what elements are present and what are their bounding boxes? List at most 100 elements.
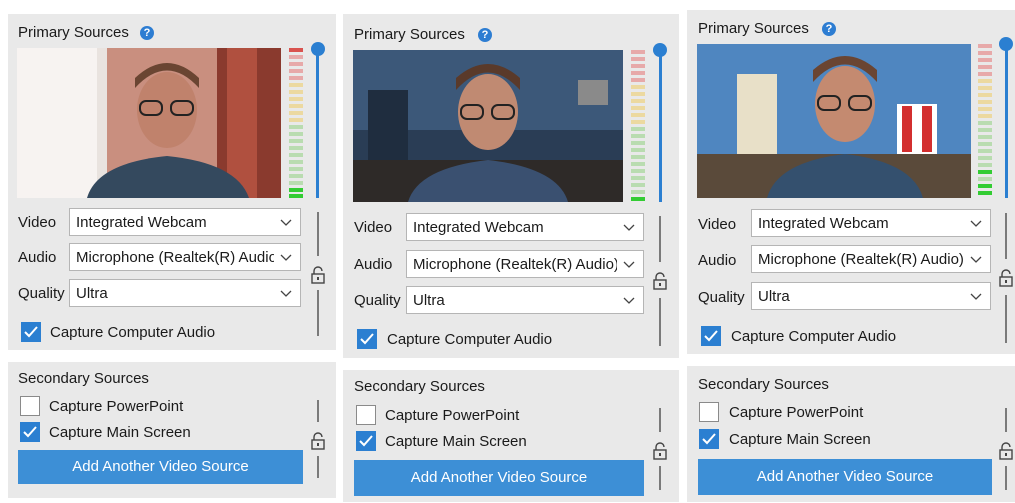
add-video-source-button[interactable]: Add Another Video Source	[698, 459, 992, 495]
quality-select-value: Ultra	[758, 288, 790, 305]
volume-slider-thumb[interactable]	[653, 43, 667, 57]
capture-computer-audio-checkbox[interactable]	[21, 322, 41, 342]
capture-main-screen-label: Capture Main Screen	[385, 433, 527, 450]
volume-slider-track[interactable]	[316, 50, 319, 198]
primary-sources-title: Primary Sources	[18, 24, 129, 41]
help-icon[interactable]: ?	[822, 22, 836, 36]
secondary-sources-panel-1: Secondary Sources Capture PowerPoint Cap…	[8, 362, 336, 498]
capture-powerpoint-checkbox[interactable]	[356, 405, 376, 425]
quality-select[interactable]: Ultra	[406, 286, 644, 314]
capture-powerpoint-checkbox[interactable]	[20, 396, 40, 416]
check-icon	[23, 426, 37, 438]
volume-slider-track[interactable]	[659, 52, 662, 202]
video-select-value: Integrated Webcam	[413, 219, 544, 236]
audio-select[interactable]: Microphone (Realtek(R) Audio)	[69, 243, 301, 271]
webcam-preview	[17, 48, 281, 198]
capture-powerpoint-label: Capture PowerPoint	[49, 398, 184, 415]
check-icon	[360, 333, 374, 345]
capture-computer-audio-checkbox[interactable]	[701, 326, 721, 346]
audio-select[interactable]: Microphone (Realtek(R) Audio)	[406, 250, 644, 278]
video-select-value: Integrated Webcam	[76, 214, 207, 231]
lock-divider-top	[659, 408, 661, 432]
lock-divider-top	[317, 400, 319, 422]
lock-icon[interactable]	[998, 442, 1014, 460]
chevron-down-icon	[280, 254, 292, 261]
secondary-sources-title: Secondary Sources	[354, 378, 485, 395]
lock-divider-bottom	[1005, 466, 1007, 490]
video-label: Video	[354, 219, 393, 236]
chevron-down-icon	[623, 297, 635, 304]
lock-divider-bottom	[317, 290, 319, 336]
check-icon	[702, 433, 716, 445]
webcam-preview	[697, 44, 971, 198]
chevron-down-icon	[970, 256, 982, 263]
lock-icon[interactable]	[652, 442, 668, 460]
audio-select[interactable]: Microphone (Realtek(R) Audio)	[751, 245, 991, 273]
video-select[interactable]: Integrated Webcam	[406, 213, 644, 241]
secondary-sources-panel-3: Secondary Sources Capture PowerPoint Cap…	[687, 366, 1015, 502]
lock-divider-top	[1005, 408, 1007, 432]
chevron-down-icon	[280, 219, 292, 226]
primary-sources-panel-2: Primary Sources ? Video Integrated Webca…	[343, 14, 679, 358]
audio-label: Audio	[354, 256, 393, 273]
check-icon	[704, 330, 718, 342]
quality-select-value: Ultra	[413, 292, 445, 309]
lock-icon[interactable]	[652, 272, 668, 290]
audio-select-value: Microphone (Realtek(R) Audio)	[758, 251, 964, 268]
audio-select-value: Microphone (Realtek(R) Audio)	[76, 249, 274, 266]
secondary-sources-title: Secondary Sources	[18, 370, 149, 387]
chevron-down-icon	[623, 224, 635, 231]
capture-computer-audio-label: Capture Computer Audio	[50, 324, 216, 341]
capture-main-screen-checkbox[interactable]	[356, 431, 376, 451]
video-select[interactable]: Integrated Webcam	[69, 208, 301, 236]
lock-divider-bottom	[1005, 295, 1007, 343]
help-icon[interactable]: ?	[140, 26, 154, 40]
quality-label: Quality	[698, 289, 745, 306]
video-select[interactable]: Integrated Webcam	[751, 209, 991, 237]
lock-divider-bottom	[317, 456, 319, 478]
primary-sources-panel-1: Primary Sources ? Video Integrated Webca…	[8, 14, 336, 350]
capture-main-screen-label: Capture Main Screen	[729, 431, 871, 448]
chevron-down-icon	[970, 220, 982, 227]
audio-label: Audio	[18, 249, 57, 266]
capture-powerpoint-checkbox[interactable]	[699, 402, 719, 422]
capture-powerpoint-label: Capture PowerPoint	[385, 407, 520, 424]
add-video-source-button[interactable]: Add Another Video Source	[18, 450, 303, 484]
video-label: Video	[18, 214, 57, 231]
quality-select[interactable]: Ultra	[751, 282, 991, 310]
lock-divider-bottom	[659, 298, 661, 346]
help-icon[interactable]: ?	[478, 28, 492, 42]
volume-slider-track[interactable]	[1005, 46, 1008, 198]
capture-powerpoint-label: Capture PowerPoint	[729, 404, 864, 421]
lock-icon[interactable]	[310, 432, 326, 450]
capture-computer-audio-label: Capture Computer Audio	[387, 331, 553, 348]
quality-select[interactable]: Ultra	[69, 279, 301, 307]
primary-sources-title: Primary Sources	[698, 20, 809, 37]
chevron-down-icon	[280, 290, 292, 297]
lock-icon[interactable]	[310, 266, 326, 284]
add-video-source-button[interactable]: Add Another Video Source	[354, 460, 644, 496]
capture-computer-audio-checkbox[interactable]	[357, 329, 377, 349]
audio-level-meter	[631, 50, 645, 201]
lock-icon[interactable]	[998, 269, 1014, 287]
capture-main-screen-checkbox[interactable]	[699, 429, 719, 449]
quality-label: Quality	[18, 285, 65, 302]
primary-sources-panel-3: Primary Sources ? Video Integrated Webca…	[687, 10, 1015, 354]
audio-level-meter	[978, 44, 992, 195]
capture-computer-audio-label: Capture Computer Audio	[731, 328, 897, 345]
capture-main-screen-label: Capture Main Screen	[49, 424, 191, 441]
lock-divider-top	[1005, 213, 1007, 259]
audio-level-meter	[289, 48, 303, 198]
audio-select-value: Microphone (Realtek(R) Audio)	[413, 256, 617, 273]
chevron-down-icon	[970, 293, 982, 300]
lock-divider-top	[317, 212, 319, 256]
webcam-preview	[353, 50, 623, 202]
volume-slider-thumb[interactable]	[311, 42, 325, 56]
capture-main-screen-checkbox[interactable]	[20, 422, 40, 442]
primary-sources-title: Primary Sources	[354, 26, 465, 43]
check-icon	[24, 326, 38, 338]
volume-slider-thumb[interactable]	[999, 37, 1013, 51]
lock-divider-top	[659, 216, 661, 262]
chevron-down-icon	[623, 261, 635, 268]
video-select-value: Integrated Webcam	[758, 215, 889, 232]
